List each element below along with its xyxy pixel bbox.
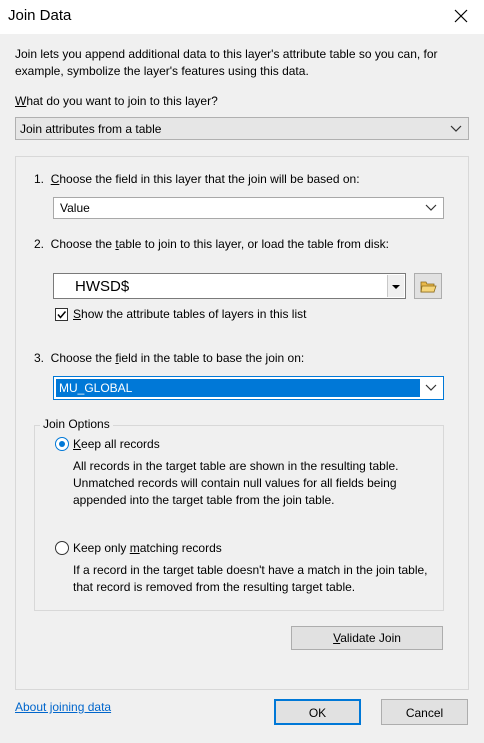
step1-field-select[interactable]: Value bbox=[53, 197, 444, 219]
step2-number: 2. bbox=[34, 237, 45, 251]
keep-matching-label[interactable]: Keep only matching records bbox=[73, 541, 222, 555]
keep-all-label-rest: eep all records bbox=[81, 437, 160, 451]
cancel-label: Cancel bbox=[405, 706, 444, 720]
show-tables-checkbox[interactable] bbox=[55, 308, 68, 321]
close-button[interactable] bbox=[449, 4, 473, 28]
join-type-label: What do you want to join to this layer? bbox=[15, 94, 218, 108]
show-tables-label[interactable]: Show the attribute tables of layers in t… bbox=[73, 307, 306, 321]
ok-button[interactable]: OK bbox=[274, 699, 361, 725]
cancel-button[interactable]: Cancel bbox=[381, 699, 468, 725]
chevron-down-icon bbox=[450, 125, 462, 132]
join-type-label-rest: hat do you want to join to this layer? bbox=[26, 94, 218, 108]
chevron-down-icon bbox=[392, 285, 400, 289]
description-text: Join lets you append additional data to … bbox=[15, 47, 438, 78]
radio-dot bbox=[59, 441, 65, 447]
validate-join-label: Validate Join bbox=[333, 631, 401, 645]
validate-join-button[interactable]: Validate Join bbox=[291, 626, 443, 650]
join-type-value: Join attributes from a table bbox=[20, 122, 162, 136]
step3-value: MU_GLOBAL bbox=[59, 381, 133, 395]
ok-label: OK bbox=[308, 706, 327, 720]
close-icon bbox=[454, 9, 468, 23]
keep-all-description: All records in the target table are show… bbox=[73, 459, 399, 507]
step1-label: 1. Choose the field in this layer that t… bbox=[34, 172, 360, 186]
open-folder-button[interactable] bbox=[414, 273, 442, 299]
checkmark-icon bbox=[57, 311, 67, 319]
step2-table-select[interactable]: HWSD$ bbox=[53, 273, 406, 299]
keep-matching-description: If a record in the target table doesn't … bbox=[73, 563, 428, 594]
keep-all-label[interactable]: Keep all records bbox=[73, 437, 160, 451]
keep-matching-radio[interactable] bbox=[55, 541, 69, 555]
join-options-title: Join Options bbox=[40, 417, 113, 431]
step2-label: 2. Choose the table to join to this laye… bbox=[34, 237, 389, 251]
open-folder-icon bbox=[420, 281, 437, 293]
about-joining-link[interactable]: About joining data bbox=[15, 700, 111, 714]
title-bar bbox=[0, 0, 484, 34]
step1-value: Value bbox=[60, 201, 90, 215]
step3-number: 3. bbox=[34, 351, 45, 365]
step2-value: HWSD$ bbox=[75, 278, 130, 295]
step3-label: 3. Choose the field in the table to base… bbox=[34, 351, 305, 365]
window-title: Join Data bbox=[8, 7, 72, 24]
keep-all-radio[interactable] bbox=[55, 437, 69, 451]
dropdown-arrow-button[interactable] bbox=[387, 275, 404, 297]
step3-field-select[interactable]: MU_GLOBAL bbox=[53, 376, 444, 400]
join-type-select[interactable]: Join attributes from a table bbox=[15, 117, 469, 140]
chevron-down-icon bbox=[425, 204, 437, 211]
chevron-down-icon bbox=[425, 384, 437, 391]
step1-number: 1. bbox=[34, 172, 45, 186]
